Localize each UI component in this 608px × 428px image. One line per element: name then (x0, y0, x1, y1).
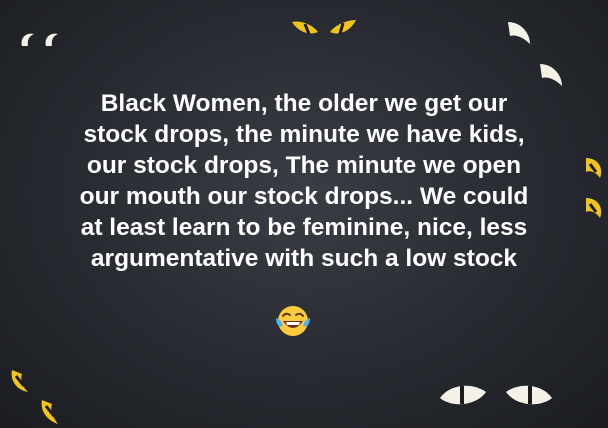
post-text: Black Women, the older we get our stock … (10, 88, 598, 274)
eyes-top-center-icon (292, 20, 356, 35)
eyes-bottom-right-icon (440, 385, 552, 405)
post-text-line-3: our stock drops, The minute we open (86, 152, 522, 179)
tears-of-joy-emoji-icon (276, 306, 310, 336)
eyes-top-left-icon (21, 33, 58, 46)
eyes-bottom-left-icon (11, 370, 58, 424)
post-text-line-6: argumentative with such a low stock (90, 245, 518, 272)
post-text-line-4: our mouth our stock drops... We could (79, 183, 529, 210)
post-background: { "post": { "lines": [ "Black Women, the… (0, 0, 608, 428)
post-text-line-2: stock drops, the minute we have kids, (83, 121, 525, 148)
post-text-line-1: Black Women, the older we get our (100, 90, 508, 117)
post-text-line-5: at least learn to be feminine, nice, les… (80, 214, 528, 241)
eyes-top-right-icon (508, 22, 562, 86)
